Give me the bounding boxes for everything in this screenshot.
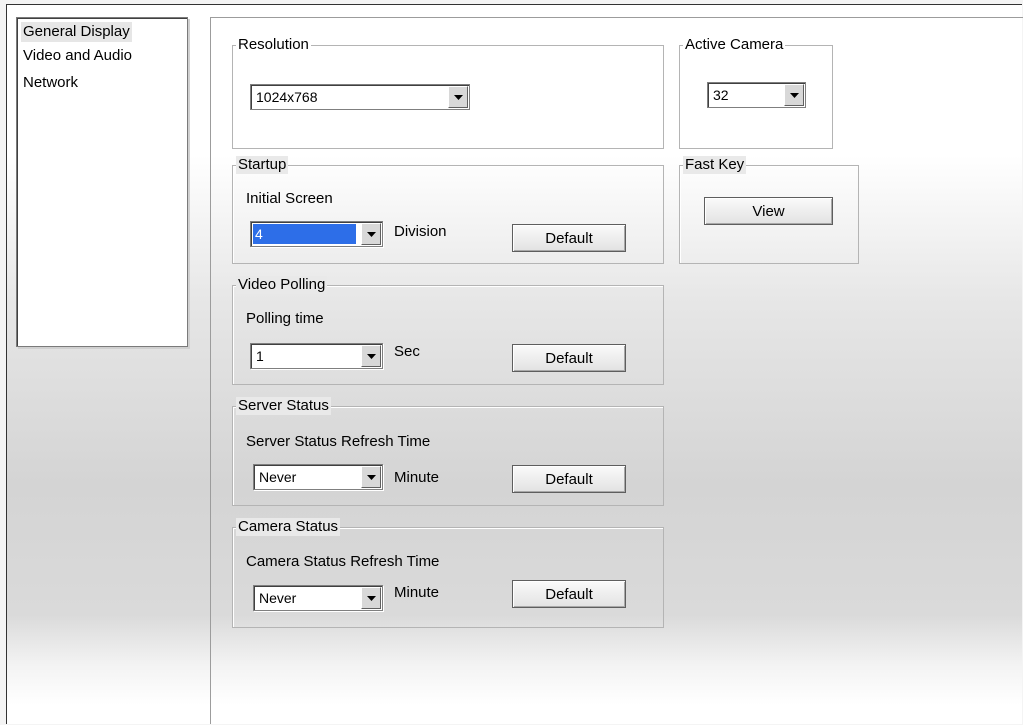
initial-screen-label: Initial Screen [246, 190, 333, 207]
initial-screen-value: 4 [253, 224, 356, 244]
camera-status-legend: Camera Status [236, 518, 341, 536]
resolution-legend: Resolution [236, 36, 311, 54]
fast-key-view-button[interactable]: View [704, 197, 833, 225]
server-status-default-button[interactable]: Default [512, 465, 626, 493]
startup-group: Startup Initial Screen 4 Division Defaul… [232, 156, 664, 264]
server-minute-unit-label: Minute [394, 469, 440, 486]
camera-status-refresh-select[interactable]: Never [253, 585, 383, 611]
startup-default-button[interactable]: Default [512, 224, 626, 252]
video-polling-legend: Video Polling [236, 276, 328, 294]
fast-key-legend: Fast Key [683, 156, 747, 174]
division-unit-label: Division [394, 223, 447, 240]
sidebar-item-network[interactable]: Network [21, 73, 80, 93]
server-status-refresh-label: Server Status Refresh Time [246, 433, 431, 450]
sidebar-item-general-display[interactable]: General Display [21, 22, 132, 42]
resolution-select[interactable]: 1024x768 [250, 84, 470, 110]
initial-screen-select[interactable]: 4 [250, 221, 383, 247]
active-camera-legend: Active Camera [683, 36, 786, 54]
startup-legend: Startup [236, 156, 289, 174]
active-camera-value: 32 [713, 87, 729, 103]
camera-status-refresh-value: Never [259, 590, 297, 606]
chevron-down-icon[interactable] [784, 84, 804, 106]
polling-time-select[interactable]: 1 [250, 343, 383, 369]
server-status-refresh-select[interactable]: Never [253, 464, 383, 490]
chevron-down-icon[interactable] [448, 86, 468, 108]
active-camera-select[interactable]: 32 [707, 82, 806, 108]
video-polling-group: Video Polling Polling time 1 Sec Default [232, 276, 664, 385]
camera-minute-unit-label: Minute [394, 584, 440, 601]
active-camera-group: Active Camera 32 [679, 36, 833, 149]
camera-status-refresh-label: Camera Status Refresh Time [246, 553, 440, 570]
camera-status-default-button[interactable]: Default [512, 580, 626, 608]
video-polling-default-button[interactable]: Default [512, 344, 626, 372]
server-status-refresh-value: Never [259, 469, 297, 485]
chevron-down-icon[interactable] [361, 466, 381, 488]
chevron-down-icon[interactable] [361, 345, 381, 367]
polling-time-label: Polling time [246, 310, 324, 327]
polling-time-value: 1 [256, 348, 264, 364]
chevron-down-icon[interactable] [361, 223, 381, 245]
sidebar-item-video-and-audio[interactable]: Video and Audio [21, 46, 134, 66]
sec-unit-label: Sec [394, 343, 420, 360]
fast-key-group: Fast Key View [679, 156, 859, 264]
resolution-value: 1024x768 [256, 89, 318, 105]
chevron-down-icon[interactable] [361, 587, 381, 609]
server-status-group: Server Status Server Status Refresh Time… [232, 397, 664, 506]
resolution-group: Resolution 1024x768 [232, 36, 664, 149]
category-list: General Display Video and Audio Network [16, 17, 188, 347]
server-status-legend: Server Status [236, 397, 331, 415]
camera-status-group: Camera Status Camera Status Refresh Time… [232, 518, 664, 628]
